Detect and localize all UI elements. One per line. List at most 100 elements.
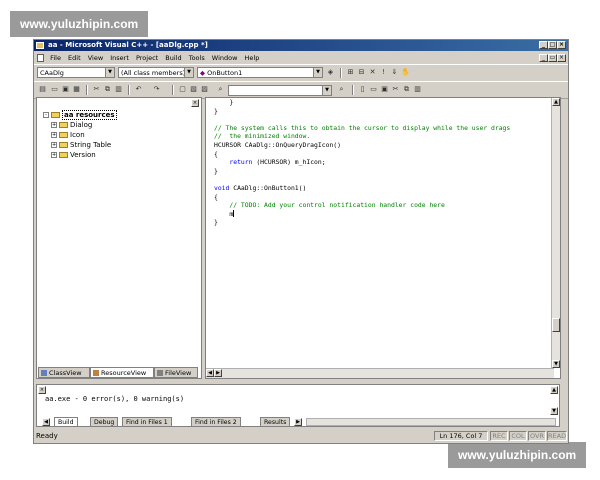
code-line[interactable]: m <box>214 210 510 219</box>
document-icon[interactable] <box>37 54 44 62</box>
horizontal-scrollbar[interactable]: ◀ ▶ <box>206 368 554 378</box>
scroll-up-button[interactable]: ▲ <box>552 98 560 106</box>
workspace-icon[interactable]: ▢ <box>178 85 187 94</box>
output-hscroll[interactable] <box>306 418 556 426</box>
undo-icon[interactable]: ↶ <box>134 85 143 94</box>
chevron-down-icon[interactable]: ▼ <box>322 86 331 95</box>
open-folder-icon[interactable]: ▭ <box>50 85 59 94</box>
code-line[interactable]: { <box>214 193 510 202</box>
tab-scroll-next-icon[interactable]: ▶ <box>294 418 302 426</box>
save-all-icon[interactable]: ▦ <box>72 85 81 94</box>
code-line[interactable]: } <box>214 218 510 227</box>
chevron-down-icon[interactable]: ▼ <box>313 68 322 77</box>
vertical-scrollbar[interactable]: ▲ ▼ <box>551 98 560 368</box>
save-file-icon[interactable]: ▣ <box>380 85 389 94</box>
menu-help[interactable]: Help <box>245 54 260 62</box>
build-icon[interactable]: ⊟ <box>357 68 366 77</box>
scroll-right-button[interactable]: ▶ <box>214 369 222 377</box>
search-icon[interactable]: ⌕ <box>337 85 346 94</box>
breakpoint-icon[interactable]: ✋ <box>401 68 410 77</box>
tree-item-icon[interactable]: + Icon <box>43 130 117 140</box>
code-line[interactable]: HCURSOR CAaDlg::OnQueryDragIcon() <box>214 141 510 150</box>
new-text-icon[interactable]: ▯ <box>358 85 367 94</box>
find-combo[interactable]: ▼ <box>228 85 332 96</box>
chevron-down-icon[interactable]: ▼ <box>105 68 114 77</box>
code-line[interactable] <box>214 175 510 184</box>
cut-tool-icon[interactable]: ✂ <box>391 85 400 94</box>
code-line[interactable]: { <box>214 150 510 159</box>
doc-restore-button[interactable]: ▭ <box>548 54 557 62</box>
scroll-left-button[interactable]: ◀ <box>206 369 214 377</box>
maximize-button[interactable]: □ <box>548 41 557 49</box>
open-icon[interactable]: ▭ <box>369 85 378 94</box>
code-editor[interactable]: }} // The system calls this to obtain th… <box>205 97 561 379</box>
tab-debug[interactable]: Debug <box>90 417 119 427</box>
menu-build[interactable]: Build <box>165 54 181 62</box>
save-icon[interactable]: ▣ <box>61 85 70 94</box>
output-scroll-down-button[interactable]: ▼ <box>550 407 558 415</box>
code-line[interactable]: } <box>214 167 510 176</box>
copy-icon[interactable]: ⧉ <box>103 85 112 94</box>
output-scroll-up-button[interactable]: ▲ <box>550 386 558 394</box>
menu-insert[interactable]: Insert <box>110 54 129 62</box>
output-close-button[interactable]: × <box>38 386 46 394</box>
copy-tool-icon[interactable]: ⧉ <box>402 85 411 94</box>
panel-close-button[interactable]: × <box>191 99 199 107</box>
class-combo[interactable]: CAaDlg ▼ <box>37 67 115 78</box>
menu-view[interactable]: View <box>88 54 103 62</box>
code-line[interactable]: // the minimized window. <box>214 132 510 141</box>
compile-icon[interactable]: ⊞ <box>346 68 355 77</box>
tab-find-in-files-1[interactable]: Find in Files 1 <box>122 417 172 427</box>
minimize-button[interactable]: _ <box>539 41 548 49</box>
code-line[interactable]: void CAaDlg::OnButton1() <box>214 184 510 193</box>
redo-icon[interactable]: ↷ <box>152 85 161 94</box>
tree-item-string-table[interactable]: + String Table <box>43 140 117 150</box>
doc-close-button[interactable]: × <box>557 54 566 62</box>
close-button[interactable]: × <box>557 41 566 49</box>
tree-item-version[interactable]: + Version <box>43 150 117 160</box>
source-code[interactable]: }} // The system calls this to obtain th… <box>214 98 510 227</box>
execute-icon[interactable]: ! <box>379 68 388 77</box>
expand-icon[interactable]: + <box>51 152 57 158</box>
members-combo[interactable]: (All class members) ▼ <box>118 67 194 78</box>
find-in-files-icon[interactable]: ⌕ <box>216 85 225 94</box>
new-file-icon[interactable]: ▤ <box>38 85 47 94</box>
code-line[interactable]: // The system calls this to obtain the c… <box>214 124 510 133</box>
wizard-action-icon[interactable]: ◈ <box>326 68 335 77</box>
doc-minimize-button[interactable]: _ <box>539 54 548 62</box>
tab-results[interactable]: Results <box>260 417 291 427</box>
menu-window[interactable]: Window <box>212 54 238 62</box>
window-list-icon[interactable]: ▨ <box>200 85 209 94</box>
go-icon[interactable]: ⇓ <box>390 68 399 77</box>
tree-item-root[interactable]: - aa resources <box>43 110 117 120</box>
cut-icon[interactable]: ✂ <box>92 85 101 94</box>
tab-fileview[interactable]: FileView <box>154 367 198 378</box>
tab-build[interactable]: Build <box>54 417 78 427</box>
code-line[interactable]: // TODO: Add your control notification h… <box>214 201 510 210</box>
expand-icon[interactable]: + <box>51 122 57 128</box>
menu-tools[interactable]: Tools <box>189 54 205 62</box>
collapse-icon[interactable]: - <box>43 112 49 118</box>
menu-project[interactable]: Project <box>136 54 158 62</box>
expand-icon[interactable]: + <box>51 132 57 138</box>
menu-edit[interactable]: Edit <box>68 54 81 62</box>
function-combo[interactable]: ◆ OnButton1 ▼ <box>197 67 323 78</box>
expand-icon[interactable]: + <box>51 142 57 148</box>
tab-classview[interactable]: ClassView <box>38 367 90 378</box>
scroll-thumb[interactable] <box>552 318 560 332</box>
code-line[interactable]: return (HCURSOR) m_hIcon; <box>214 158 510 167</box>
code-line[interactable] <box>214 115 510 124</box>
tab-scroll-first-icon[interactable]: ◀ <box>42 418 50 426</box>
output-window-icon[interactable]: ▧ <box>189 85 198 94</box>
tab-find-in-files-2[interactable]: Find in Files 2 <box>191 417 241 427</box>
stop-build-icon[interactable]: ✕ <box>368 68 377 77</box>
menu-file[interactable]: File <box>50 54 61 62</box>
tree-item-dialog[interactable]: + Dialog <box>43 120 117 130</box>
scroll-down-button[interactable]: ▼ <box>552 360 560 368</box>
tab-resourceview[interactable]: ResourceView <box>90 367 154 378</box>
code-line[interactable]: } <box>214 107 510 116</box>
paste-tool-icon[interactable]: ▥ <box>413 85 422 94</box>
code-line[interactable]: } <box>214 98 510 107</box>
chevron-down-icon[interactable]: ▼ <box>184 68 193 77</box>
paste-icon[interactable]: ▥ <box>114 85 123 94</box>
